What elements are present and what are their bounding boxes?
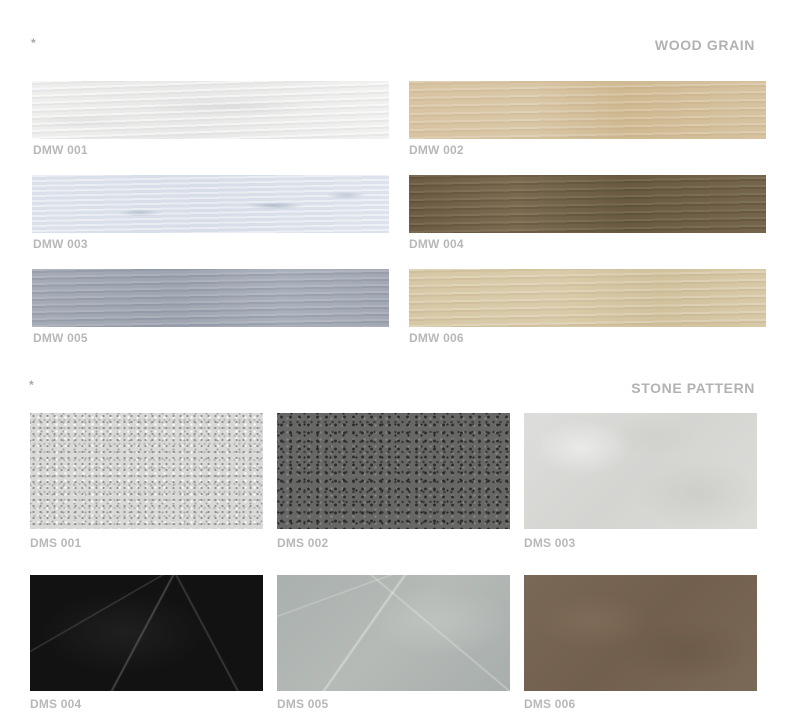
wood-code-dmw-005: DMW 005: [33, 331, 88, 345]
stone-pattern-title: STONE PATTERN: [631, 380, 755, 396]
stone-code-dms-003: DMS 003: [524, 536, 576, 550]
wood-swatch-dmw-002: [409, 81, 766, 139]
catalog-page: * WOOD GRAIN DMW 001 DMW 002 DMW 003 DMW…: [0, 0, 786, 715]
stone-code-dms-005: DMS 005: [277, 697, 329, 711]
stone-code-dms-001: DMS 001: [30, 536, 82, 550]
stone-swatch-dms-002: [277, 413, 510, 529]
stone-code-dms-004: DMS 004: [30, 697, 82, 711]
wood-swatch-dmw-003: [32, 175, 389, 233]
wood-swatch-dmw-006: [409, 269, 766, 327]
stone-code-dms-002: DMS 002: [277, 536, 329, 550]
stone-code-dms-006: DMS 006: [524, 697, 576, 711]
stone-swatch-dms-004: [30, 575, 263, 691]
wood-swatch-dmw-001: [32, 81, 389, 139]
stone-swatch-dms-001: [30, 413, 263, 529]
stone-swatch-dms-003: [524, 413, 757, 529]
wood-code-dmw-004: DMW 004: [409, 237, 464, 251]
wood-section-marker: *: [31, 36, 36, 50]
wood-swatch-dmw-004: [409, 175, 766, 233]
wood-grain-title: WOOD GRAIN: [654, 37, 755, 53]
wood-code-dmw-006: DMW 006: [409, 331, 464, 345]
wood-swatch-dmw-005: [32, 269, 389, 327]
stone-swatch-dms-005: [277, 575, 510, 691]
wood-code-dmw-001: DMW 001: [33, 143, 88, 157]
stone-section-marker: *: [29, 378, 34, 392]
wood-code-dmw-003: DMW 003: [33, 237, 88, 251]
wood-code-dmw-002: DMW 002: [409, 143, 464, 157]
stone-swatch-dms-006: [524, 575, 757, 691]
